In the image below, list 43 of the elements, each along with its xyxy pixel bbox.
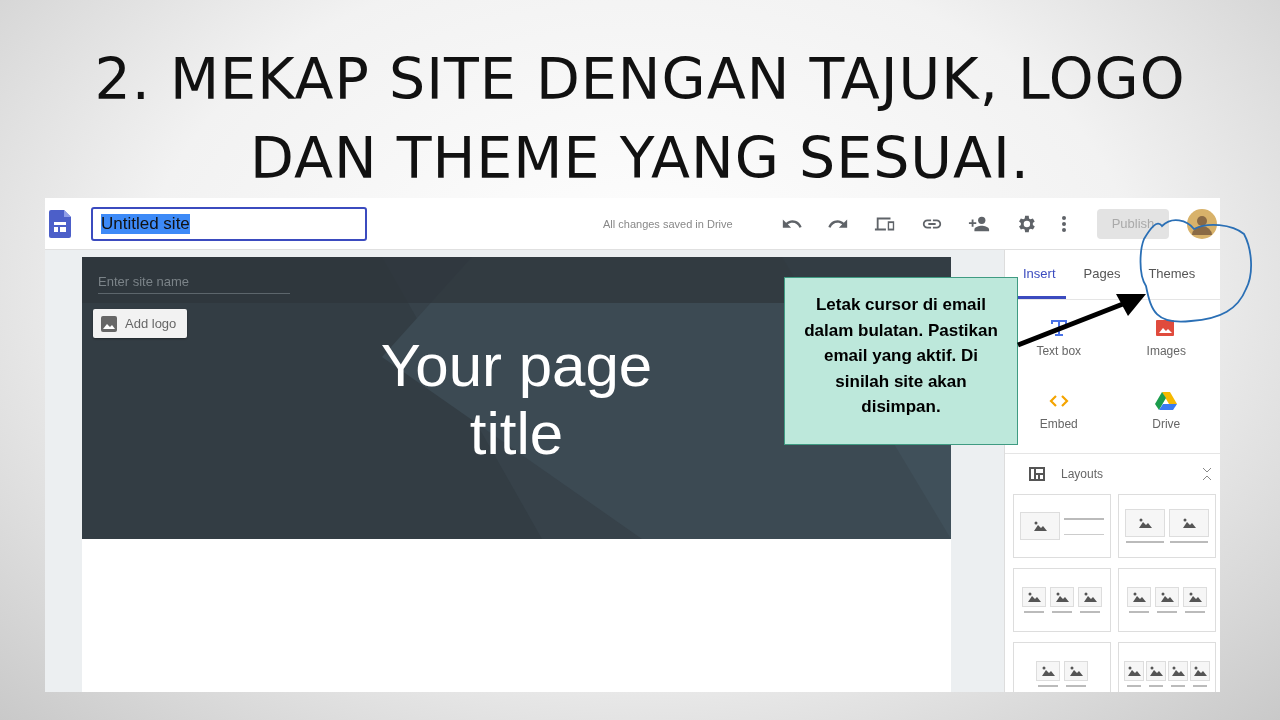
save-status: All changes saved in Drive (603, 217, 734, 230)
layout-icon (1029, 467, 1045, 481)
drive-icon (1155, 390, 1178, 411)
image-icon (1188, 592, 1202, 602)
more-icon[interactable] (1061, 214, 1067, 233)
image-icon (1193, 666, 1207, 676)
image-icon (1149, 666, 1163, 676)
callout-note: Letak cursor di email dalam bulatan. Pastikan email yang aktif. Di sinilah site akan disimpan. (784, 277, 1018, 445)
layout-tile[interactable] (1118, 568, 1216, 632)
image-icon (1127, 666, 1141, 676)
layouts-heading: Layouts (1061, 467, 1105, 481)
image-icon (1156, 318, 1177, 338)
insert-item[interactable]: Images (1140, 308, 1192, 359)
insert-item[interactable]: Drive (1146, 380, 1187, 432)
site-title-field[interactable]: Untitled site (91, 206, 367, 241)
image-icon (1160, 592, 1174, 602)
insert-item[interactable]: Text box (1030, 308, 1088, 359)
image-icon (1027, 592, 1041, 602)
image-icon (1041, 666, 1055, 676)
image-icon (1171, 666, 1185, 676)
layout-tile[interactable] (1013, 568, 1111, 632)
collapse-icon[interactable] (1202, 467, 1212, 481)
text-icon (1048, 318, 1069, 338)
panel-tab[interactable]: Pages (1073, 250, 1131, 299)
add-logo-button[interactable]: Add logo (93, 309, 188, 338)
insert-item[interactable]: Embed (1033, 380, 1084, 432)
page-title[interactable]: Your page title (366, 332, 667, 468)
sites-logo-icon (49, 209, 71, 238)
site-name-field[interactable]: Enter site name (98, 274, 290, 294)
image-icon (101, 315, 117, 332)
image-icon (1083, 592, 1097, 602)
image-icon (1132, 592, 1146, 602)
image-icon (1033, 521, 1047, 531)
layout-tile[interactable] (1013, 494, 1111, 558)
layout-tile[interactable] (1118, 642, 1216, 692)
avatar-icon[interactable] (1187, 208, 1217, 239)
image-icon (1182, 518, 1196, 528)
image-icon (1138, 518, 1152, 528)
slide-title: 2. MEKAP SITE DENGAN TAJUK, LOGO DAN THEME YANG SESUAI. (93, 45, 1187, 193)
layout-tile[interactable] (1118, 494, 1216, 558)
layout-tile[interactable] (1013, 642, 1111, 692)
image-icon (1055, 592, 1069, 602)
image-icon (1069, 666, 1083, 676)
